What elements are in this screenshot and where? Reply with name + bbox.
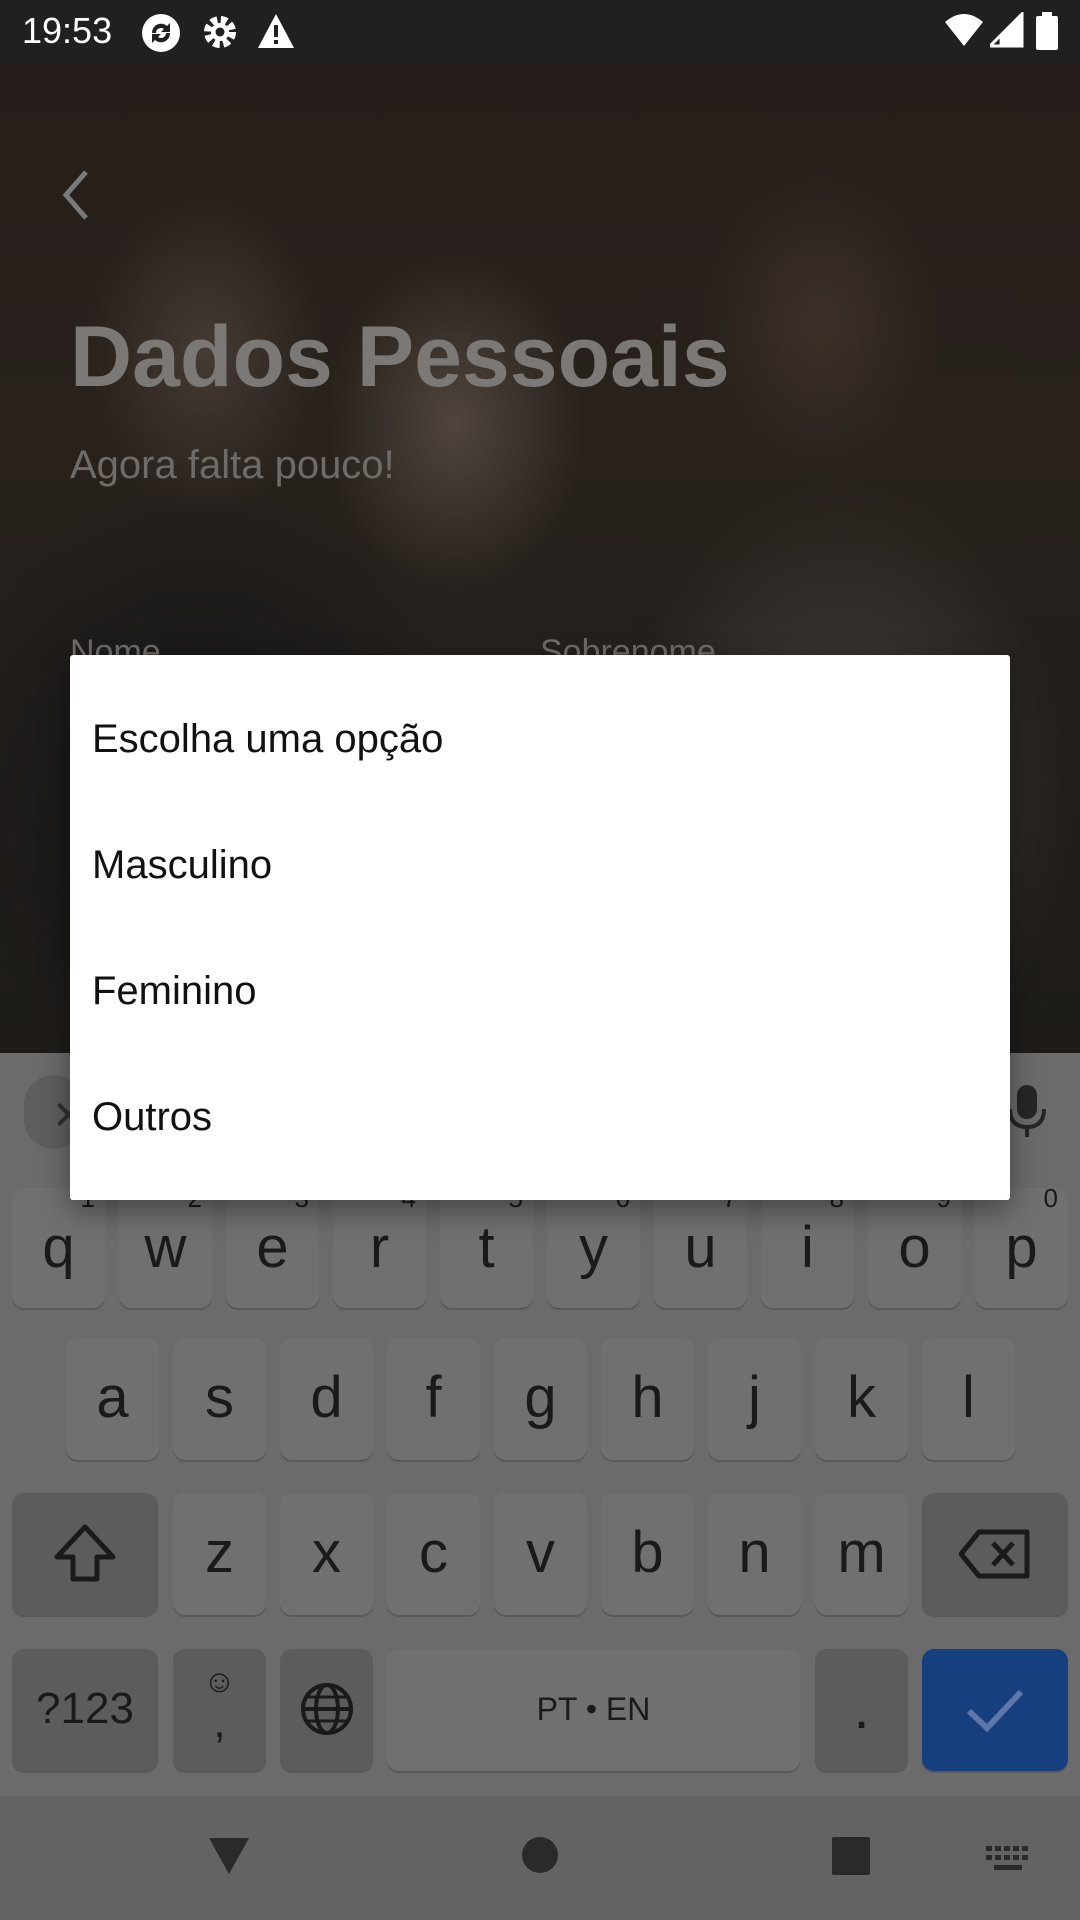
key-y[interactable]: y6	[547, 1183, 640, 1308]
sync-icon	[142, 14, 180, 52]
key-r[interactable]: r4	[333, 1183, 426, 1308]
key-label: r	[369, 1215, 390, 1280]
key-g[interactable]: g	[494, 1338, 587, 1460]
key-e[interactable]: e3	[226, 1183, 319, 1308]
backspace-key[interactable]	[922, 1493, 1068, 1615]
option-masculino[interactable]: Masculino	[70, 802, 1010, 928]
backspace-icon	[958, 1529, 1030, 1579]
option-outros[interactable]: Outros	[70, 1054, 1010, 1180]
key-z[interactable]: z	[173, 1493, 266, 1615]
battery-icon	[1036, 12, 1058, 50]
period-key[interactable]: .	[815, 1649, 908, 1771]
key-label: w	[144, 1215, 187, 1280]
microphone-icon[interactable]	[1006, 1083, 1048, 1139]
home-circle-icon[interactable]	[521, 1836, 559, 1874]
key-b[interactable]: b	[601, 1493, 694, 1615]
gear-icon	[204, 16, 236, 48]
key-x[interactable]: x	[280, 1493, 373, 1615]
shift-key[interactable]	[12, 1493, 158, 1615]
wifi-icon	[945, 14, 983, 46]
symbols-key[interactable]: ?123	[12, 1649, 158, 1771]
globe-icon	[300, 1683, 353, 1735]
key-h[interactable]: h	[601, 1338, 694, 1460]
warning-icon	[258, 14, 294, 48]
key-u[interactable]: u7	[654, 1183, 747, 1308]
key-q[interactable]: q1	[12, 1183, 105, 1308]
key-label: y	[579, 1215, 608, 1280]
key-t[interactable]: t5	[440, 1183, 533, 1308]
back-arrow-icon[interactable]	[58, 168, 92, 222]
key-label: t	[478, 1215, 495, 1280]
signal-icon	[990, 12, 1024, 48]
key-label: q	[42, 1215, 75, 1280]
status-bar: 19:53	[0, 0, 1080, 63]
space-key[interactable]: PT • EN	[387, 1649, 800, 1771]
key-label: i	[801, 1215, 814, 1280]
key-label: u	[684, 1215, 717, 1280]
key-w[interactable]: w2	[119, 1183, 212, 1308]
done-key[interactable]	[922, 1649, 1068, 1771]
key-a[interactable]: a	[66, 1338, 159, 1460]
key-j[interactable]: j	[708, 1338, 801, 1460]
key-s[interactable]: s	[173, 1338, 266, 1460]
key-d[interactable]: d	[280, 1338, 373, 1460]
option-placeholder[interactable]: Escolha uma opção	[70, 676, 1010, 802]
back-triangle-icon[interactable]	[207, 1836, 251, 1876]
keyboard-switch-icon[interactable]	[986, 1846, 1030, 1872]
emoji-comma-key[interactable]: ☺ ,	[173, 1649, 266, 1771]
key-v[interactable]: v	[494, 1493, 587, 1615]
key-i[interactable]: i8	[761, 1183, 854, 1308]
page-title: Dados Pessoais	[70, 309, 730, 405]
gender-options-dialog: Escolha uma opção Masculino Feminino Out…	[70, 655, 1010, 1200]
key-label: o	[898, 1215, 931, 1280]
shift-arrow-icon	[54, 1524, 116, 1582]
language-key[interactable]	[280, 1649, 373, 1771]
navigation-bar	[0, 1796, 1080, 1920]
status-time: 19:53	[22, 10, 113, 51]
key-n[interactable]: n	[708, 1493, 801, 1615]
key-hint: 0	[1043, 1183, 1058, 1213]
option-feminino[interactable]: Feminino	[70, 928, 1010, 1054]
key-f[interactable]: f	[387, 1338, 480, 1460]
key-label: e	[256, 1215, 289, 1280]
recents-square-icon[interactable]	[831, 1836, 871, 1876]
comma-label: ,	[213, 1698, 226, 1747]
key-k[interactable]: k	[815, 1338, 908, 1460]
page-subtitle: Agora falta pouco!	[70, 443, 395, 487]
key-m[interactable]: m	[815, 1493, 908, 1615]
checkmark-icon	[966, 1689, 1024, 1733]
key-o[interactable]: o9	[868, 1183, 961, 1308]
key-label: p	[1005, 1215, 1038, 1280]
key-l[interactable]: l	[922, 1338, 1015, 1460]
key-p[interactable]: p0	[975, 1183, 1068, 1308]
key-c[interactable]: c	[387, 1493, 480, 1615]
